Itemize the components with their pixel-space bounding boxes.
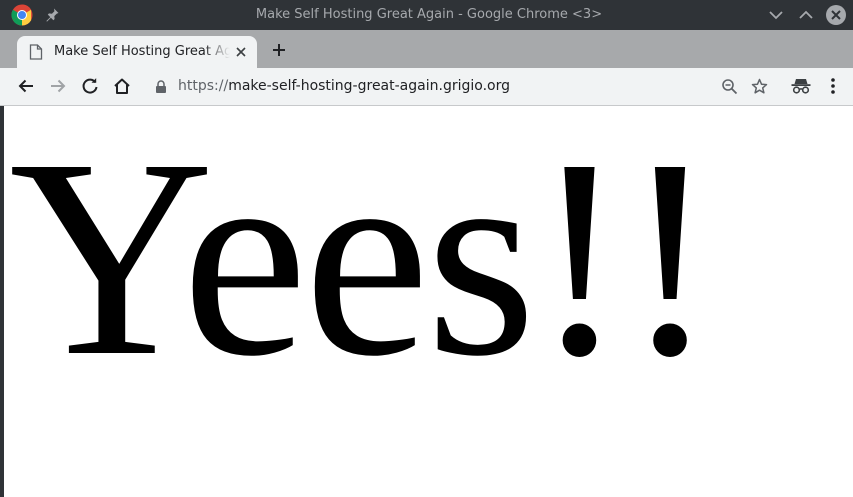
plus-icon[interactable] xyxy=(269,40,289,60)
chevron-up-icon[interactable] xyxy=(796,5,816,25)
tab-strip: Make Self Hosting Great Again xyxy=(0,30,853,68)
page-icon xyxy=(29,44,43,60)
page-heading: Yees!! xyxy=(9,106,717,415)
kebab-menu-icon[interactable] xyxy=(826,76,840,96)
incognito-icon[interactable] xyxy=(790,77,812,95)
title-bar: Make Self Hosting Great Again - Google C… xyxy=(0,0,853,30)
url-scheme: https:// xyxy=(178,78,229,94)
chevron-down-icon[interactable] xyxy=(766,5,786,25)
window-title: Make Self Hosting Great Again - Google C… xyxy=(255,7,603,22)
tab-title: Make Self Hosting Great Again xyxy=(54,44,230,59)
chrome-logo-icon[interactable] xyxy=(11,4,33,26)
url-host: make-self-hosting-great-again.grigio.org xyxy=(228,78,510,94)
home-icon[interactable] xyxy=(112,76,132,96)
star-icon[interactable] xyxy=(751,78,768,95)
browser-window: Make Self Hosting Great Again - Google C… xyxy=(0,0,853,497)
page-content: Yees!! xyxy=(0,106,853,497)
lock-icon[interactable] xyxy=(155,80,167,93)
address-bar[interactable]: https://make-self-hosting-great-again.gr… xyxy=(144,72,779,101)
url-text[interactable]: https://make-self-hosting-great-again.gr… xyxy=(178,72,510,101)
arrow-left-icon[interactable] xyxy=(16,76,36,96)
zoom-out-icon[interactable] xyxy=(721,78,738,95)
pin-icon[interactable] xyxy=(44,7,60,23)
close-icon[interactable] xyxy=(826,5,846,25)
arrow-right-icon[interactable] xyxy=(48,76,68,96)
tab-active[interactable]: Make Self Hosting Great Again xyxy=(17,36,257,68)
tab-close-icon[interactable] xyxy=(234,45,248,59)
toolbar: https://make-self-hosting-great-again.gr… xyxy=(0,68,853,106)
reload-icon[interactable] xyxy=(80,76,100,96)
